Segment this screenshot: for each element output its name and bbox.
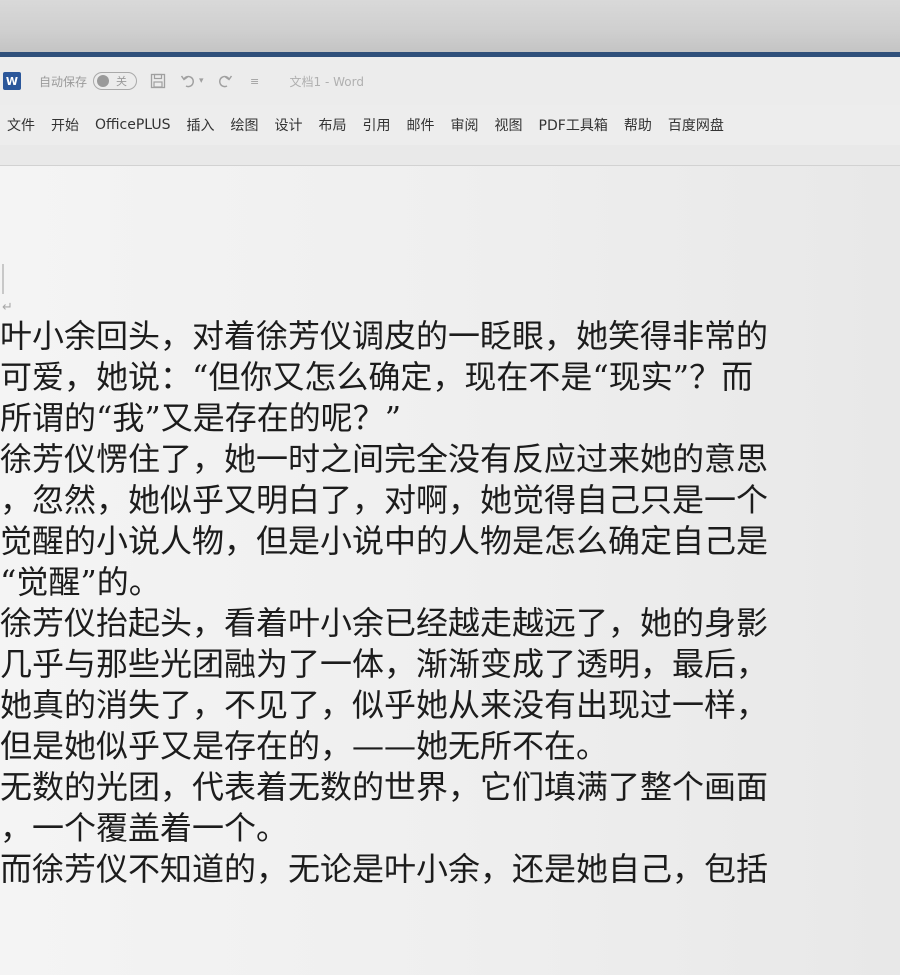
- menu-officeplus[interactable]: OfficePLUS: [88, 117, 180, 133]
- menu-layout[interactable]: 布局: [312, 115, 356, 135]
- menu-mailings[interactable]: 邮件: [400, 115, 444, 135]
- text-line: 徐芳仪抬起头，看着叶小余已经越走越远了，她的身影: [0, 604, 769, 642]
- menu-references[interactable]: 引用: [356, 115, 400, 135]
- title-bar: W 自动保存 关 ▾ ≡ 文档1 - Word: [0, 57, 900, 105]
- word-app-icon: W: [3, 72, 21, 90]
- menu-draw[interactable]: 绘图: [224, 115, 268, 135]
- screen-bezel: [0, 0, 900, 52]
- text-line: 觉醒的小说人物，但是小说中的人物是怎么确定自己是: [0, 522, 769, 560]
- undo-dropdown-chevron-icon[interactable]: ▾: [199, 76, 204, 86]
- undo-icon[interactable]: [179, 72, 197, 90]
- text-line: 而徐芳仪不知道的，无论是叶小余，还是她自己，包括: [0, 850, 769, 888]
- customize-quick-access-icon[interactable]: ≡: [246, 72, 264, 90]
- document-page[interactable]: ↵ 叶小余回头，对着徐芳仪调皮的一眨眼，她笑得非常的 可爱，她说：“但你又怎么确…: [0, 166, 900, 975]
- autosave-toggle[interactable]: 关: [93, 72, 138, 90]
- paragraph-mark-icon: ↵: [2, 300, 13, 315]
- text-cursor: [2, 264, 4, 294]
- autosave-label: 自动保存: [39, 74, 88, 89]
- redo-icon[interactable]: [216, 72, 234, 90]
- text-line: 几乎与那些光团融为了一体，渐渐变成了透明，最后，: [0, 645, 769, 683]
- menu-home[interactable]: 开始: [44, 115, 88, 135]
- document-title: 文档1 - Word: [289, 74, 364, 89]
- menu-help[interactable]: 帮助: [617, 115, 661, 135]
- text-line: 所谓的“我”又是存在的呢？”: [0, 399, 402, 437]
- text-line: “觉醒”的。: [0, 563, 161, 601]
- text-line: ，忽然，她似乎又明白了，对啊，她觉得自己只是一个: [0, 481, 769, 519]
- autosave-state: 关: [116, 75, 128, 88]
- menu-pdf-toolbox[interactable]: PDF工具箱: [532, 115, 617, 135]
- toggle-knob: [97, 75, 110, 87]
- text-line: 但是她似乎又是存在的，——她无所不在。: [0, 727, 609, 765]
- text-line: 叶小余回头，对着徐芳仪调皮的一眨眼，她笑得非常的: [0, 317, 769, 355]
- save-icon[interactable]: [149, 72, 167, 90]
- document-text[interactable]: 叶小余回头，对着徐芳仪调皮的一眨眼，她笑得非常的 可爱，她说：“但你又怎么确定，…: [0, 316, 900, 890]
- text-line: 无数的光团，代表着无数的世界，它们填满了整个画面: [0, 768, 769, 806]
- ribbon-menu-bar: 文件 开始 OfficePLUS 插入 绘图 设计 布局 引用 邮件 审阅 视图…: [0, 105, 900, 145]
- text-line: ，一个覆盖着一个。: [0, 809, 289, 847]
- menu-baidu-netdisk[interactable]: 百度网盘: [661, 115, 733, 135]
- menu-design[interactable]: 设计: [268, 115, 312, 135]
- text-line: 可爱，她说：“但你又怎么确定，现在不是“现实”？而: [0, 358, 754, 396]
- menu-review[interactable]: 审阅: [444, 115, 488, 135]
- menu-file[interactable]: 文件: [0, 115, 44, 135]
- text-line: 她真的消失了，不见了，似乎她从来没有出现过一样，: [0, 686, 769, 724]
- menu-view[interactable]: 视图: [488, 115, 532, 135]
- text-line: 徐芳仪愣住了，她一时之间完全没有反应过来她的意思: [0, 440, 769, 478]
- ribbon-collapsed-area: [0, 145, 900, 166]
- menu-insert[interactable]: 插入: [180, 115, 224, 135]
